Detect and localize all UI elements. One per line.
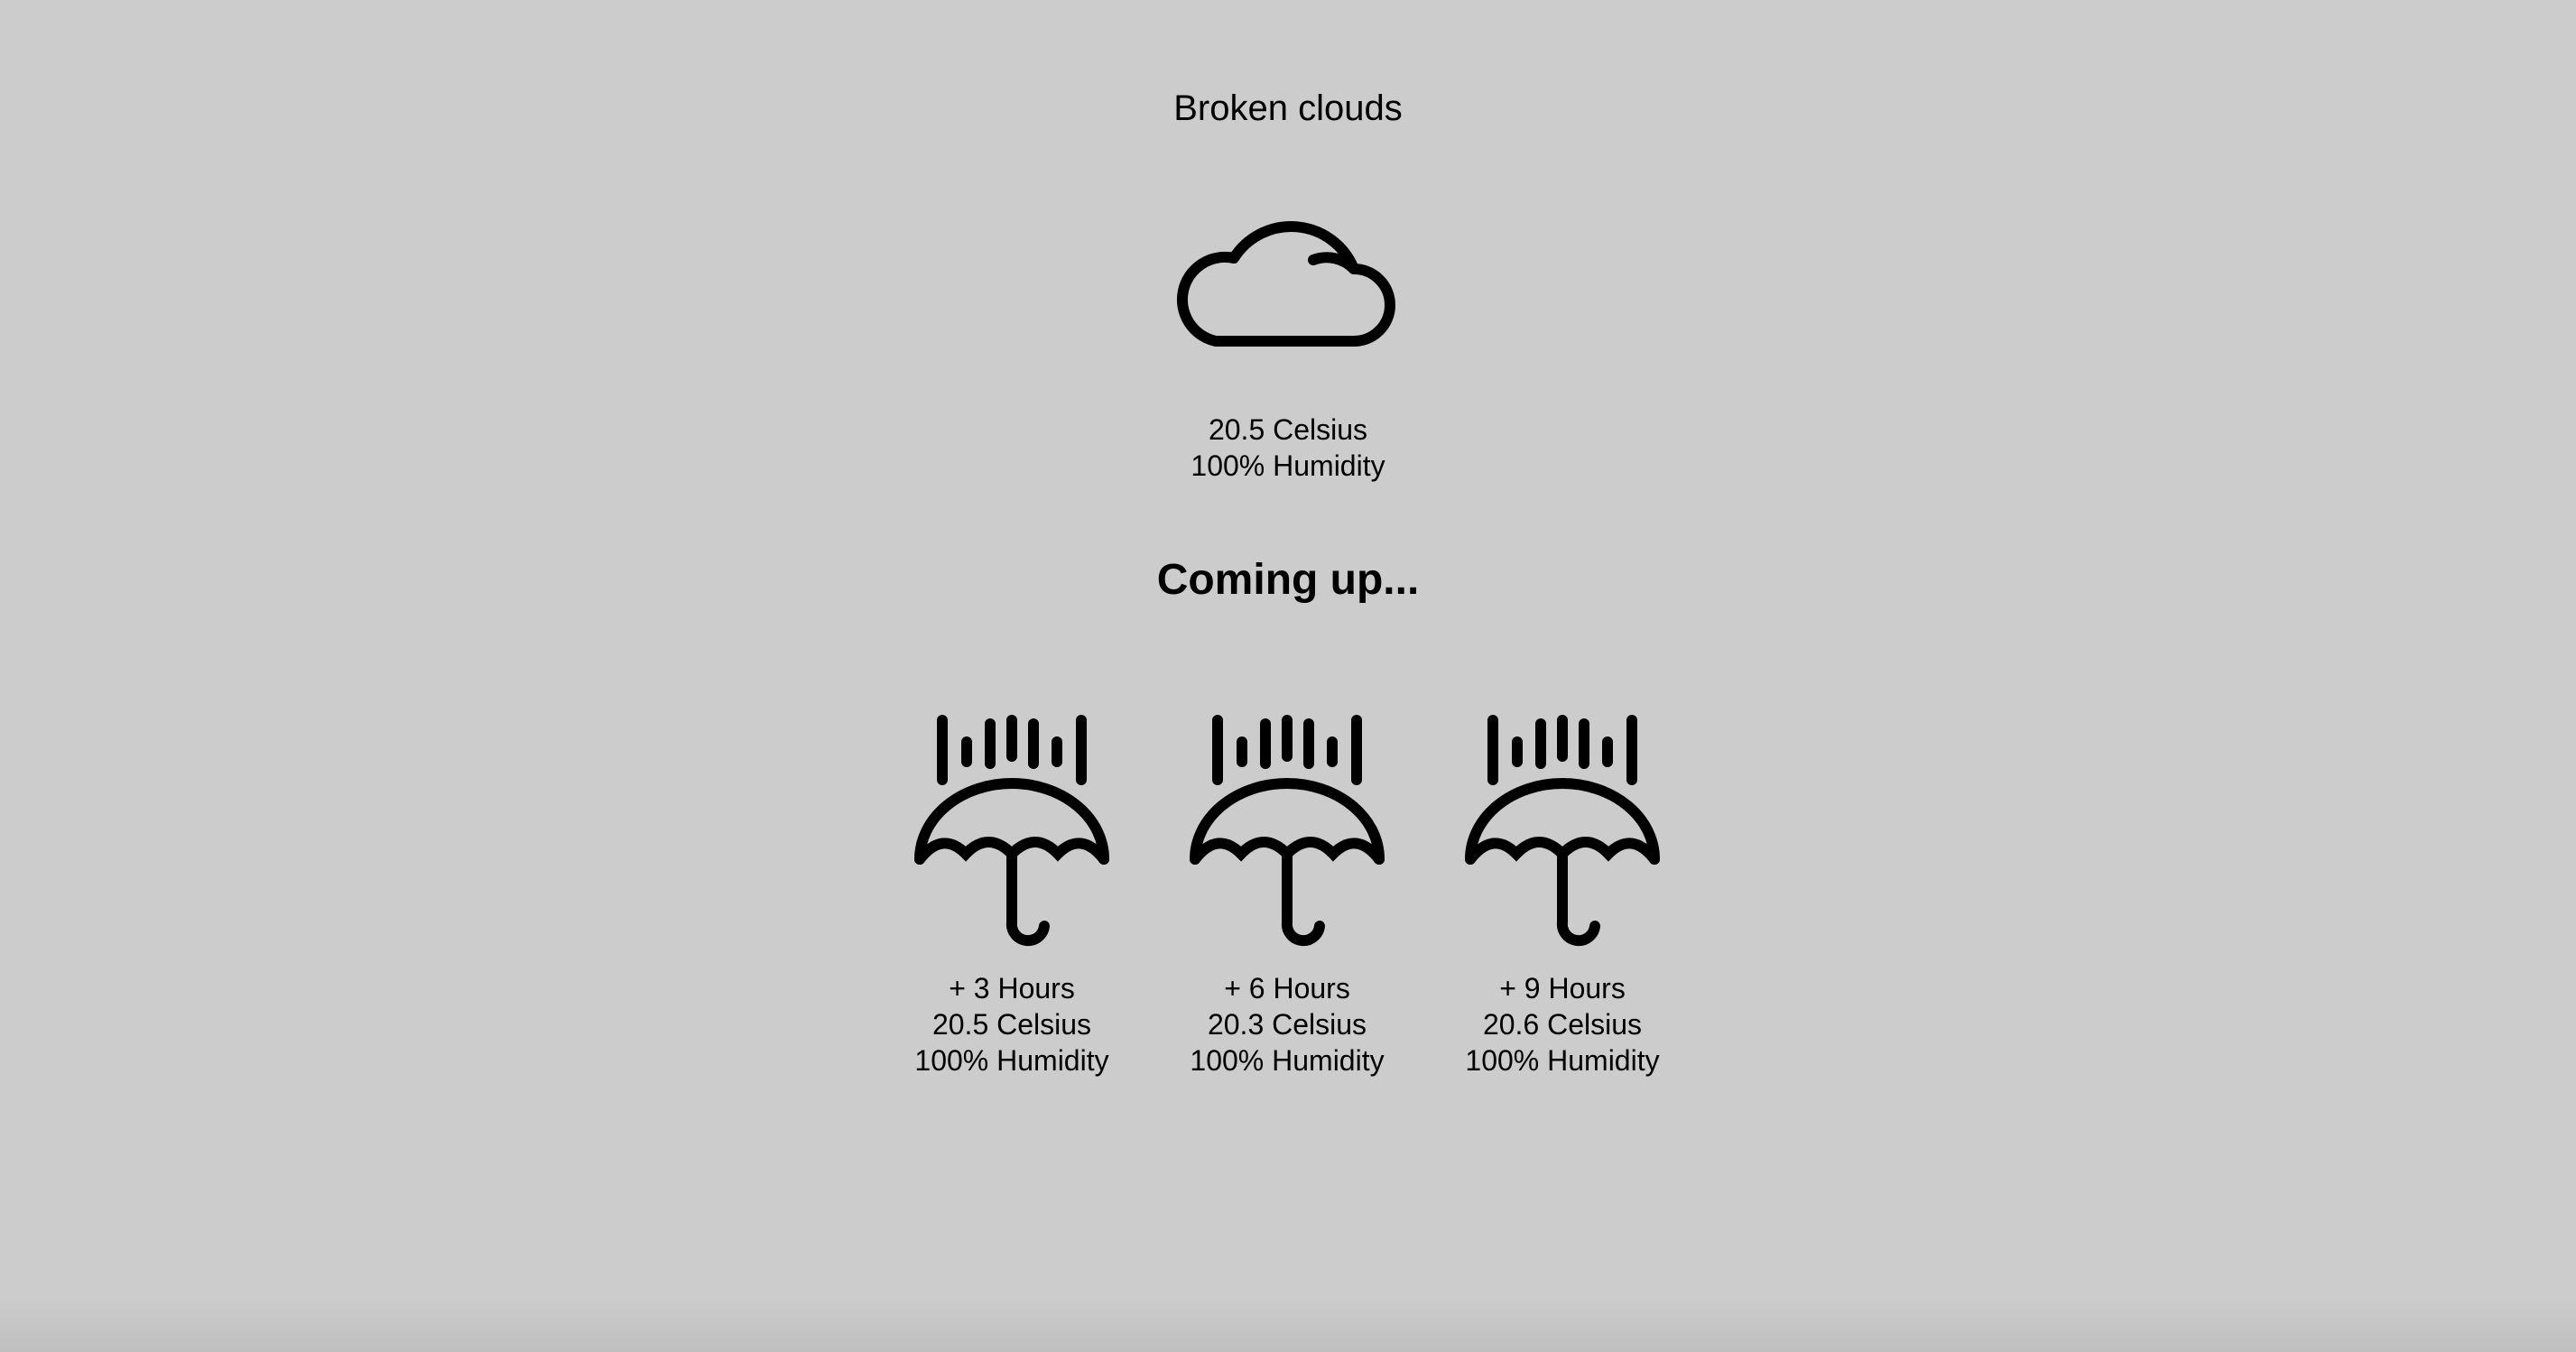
forecast-offset: + 9 Hours: [1499, 972, 1626, 1005]
forecast-offset: + 6 Hours: [1224, 972, 1350, 1005]
forecast-item: + 6 Hours 20.3 Celsius 100% Humidity: [1183, 713, 1391, 1079]
forecast-temperature: 20.6 Celsius: [1482, 1008, 1643, 1041]
current-humidity: 100% Humidity: [1191, 449, 1385, 482]
current-stats: 20.5 Celsius 100% Humidity: [0, 412, 2576, 484]
forecast-item: + 3 Hours 20.5 Celsius 100% Humidity: [908, 713, 1116, 1079]
forecast-humidity: 100% Humidity: [1465, 1044, 1660, 1077]
forecast-heading: Coming up...: [1156, 556, 1420, 604]
current-condition: Broken clouds: [1173, 88, 1403, 128]
forecast-humidity: 100% Humidity: [914, 1044, 1109, 1077]
umbrella-rain-icon: [1190, 715, 1385, 947]
forecast-offset: + 3 Hours: [949, 972, 1075, 1005]
forecast-item: + 9 Hours 20.6 Celsius 100% Humidity: [1459, 713, 1666, 1079]
forecast-stats: + 3 Hours 20.5 Celsius 100% Humidity: [908, 970, 1116, 1079]
weather-page: Broken clouds 20.5 Celsius 100% Humidity…: [0, 0, 2576, 1352]
forecast-stats: + 6 Hours 20.3 Celsius 100% Humidity: [1183, 970, 1391, 1079]
bottom-shadow: [0, 1298, 2576, 1352]
forecast-temperature: 20.5 Celsius: [931, 1008, 1092, 1041]
current-temperature: 20.5 Celsius: [1208, 413, 1368, 446]
forecast-humidity: 100% Humidity: [1190, 1044, 1385, 1077]
umbrella-rain-icon: [914, 715, 1109, 947]
cloud-icon: [1176, 221, 1395, 347]
forecast-temperature: 20.3 Celsius: [1207, 1008, 1367, 1041]
forecast-stats: + 9 Hours 20.6 Celsius 100% Humidity: [1459, 970, 1666, 1079]
umbrella-rain-icon: [1465, 715, 1660, 947]
